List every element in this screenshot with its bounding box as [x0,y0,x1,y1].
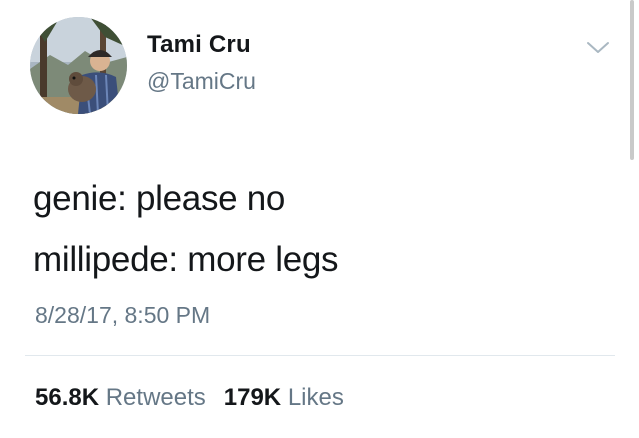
user-handle[interactable]: @TamiCru [147,68,256,95]
retweets-count: 56.8K [35,384,100,411]
tweet-text: genie: please no millipede: more legs [33,168,339,290]
tweet-text-line: genie: please no [33,179,286,218]
tweet-timestamp[interactable]: 8/28/17, 8:50 PM [35,302,210,329]
retweets-label: Retweets [105,384,206,411]
avatar-photo [30,17,127,114]
retweets-stat[interactable]: 56.8K Retweets [35,384,206,412]
divider [25,355,615,356]
tweet-stats: 56.8K Retweets 179K Likes [35,384,344,412]
likes-label: Likes [287,384,344,411]
likes-stat[interactable]: 179K Likes [224,384,344,412]
display-name[interactable]: Tami Cru [147,31,251,59]
avatar[interactable] [30,17,127,114]
tweet-card: Tami Cru @TamiCru genie: please no milli… [0,0,639,438]
likes-count: 179K [223,384,282,411]
chevron-down-icon[interactable] [584,38,612,58]
tweet-text-line: millipede: more legs [33,240,339,279]
scrollbar[interactable] [630,0,634,160]
